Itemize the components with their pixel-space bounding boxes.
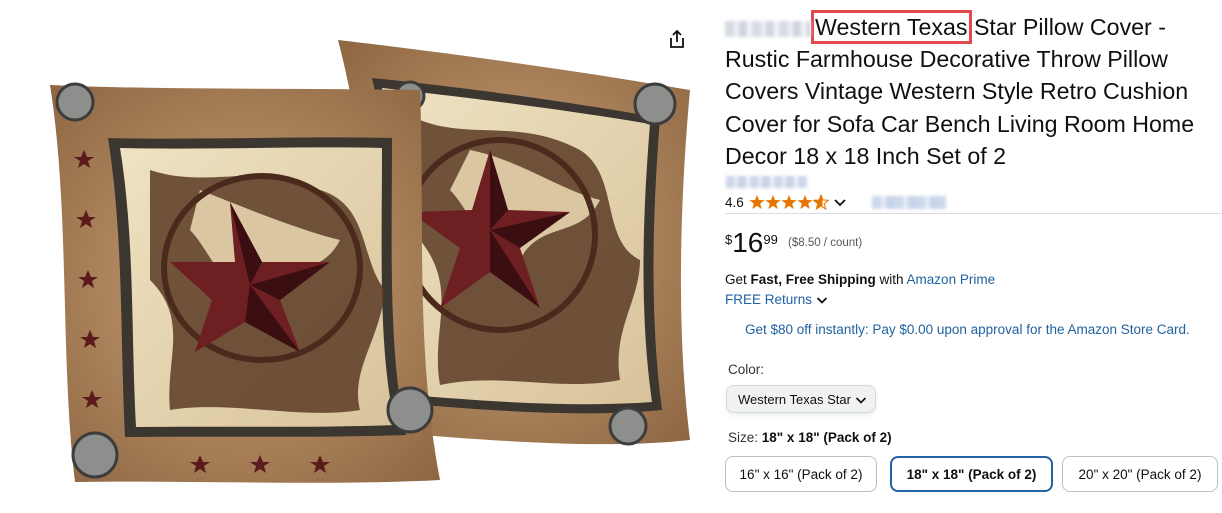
- unit-price: ($8.50 / count): [788, 237, 863, 249]
- blurred-store-link[interactable]: [726, 176, 808, 188]
- color-label: Color:: [728, 362, 765, 377]
- color-select[interactable]: Western Texas Star: [726, 385, 876, 413]
- star-icon: [797, 195, 813, 209]
- price: $ 16 99: [725, 228, 778, 258]
- pillow-image: [50, 40, 690, 483]
- chevron-down-icon[interactable]: [816, 294, 828, 306]
- color-select-value: Western Texas Star: [738, 391, 851, 407]
- price-whole: 16: [732, 227, 764, 258]
- size-label-text: Size:: [728, 430, 762, 445]
- price-fraction: 99: [763, 232, 778, 247]
- shipping-bold: Fast, Free Shipping: [750, 272, 876, 287]
- shipping-middle: with: [875, 272, 907, 287]
- free-returns[interactable]: FREE Returns: [725, 292, 828, 307]
- size-label: Size: 18" x 18" (Pack of 2): [728, 430, 892, 445]
- product-info: Western Texas Star Pillow Cover - Rustic…: [724, 0, 1222, 508]
- size-option-18[interactable]: 18" x 18" (Pack of 2): [890, 456, 1053, 492]
- rating-stars: [749, 194, 829, 210]
- product-image[interactable]: [0, 0, 710, 508]
- share-icon: [670, 29, 684, 48]
- star-icon: [749, 195, 765, 209]
- star-half-icon: [812, 194, 829, 210]
- star-icon: [765, 195, 781, 209]
- blurred-review-count[interactable]: [872, 196, 946, 209]
- shipping-prefix: Get: [725, 272, 751, 287]
- title-highlight: Western Texas: [811, 10, 972, 44]
- rating-row[interactable]: 4.6: [725, 193, 847, 211]
- share-button[interactable]: [666, 28, 688, 50]
- rating-number: 4.6: [725, 194, 744, 210]
- returns-link[interactable]: FREE Returns: [725, 292, 812, 307]
- chevron-down-icon[interactable]: [833, 195, 847, 209]
- product-title: Western Texas Star Pillow Cover - Rustic…: [725, 10, 1220, 172]
- shipping-info: Get Fast, Free Shipping with Amazon Prim…: [725, 272, 995, 287]
- blurred-brand: [725, 20, 811, 37]
- size-option-16[interactable]: 16" x 16" (Pack of 2): [725, 456, 877, 492]
- divider: [725, 213, 1222, 214]
- price-symbol: $: [725, 232, 733, 247]
- front-pillow: [50, 82, 440, 483]
- size-option-20[interactable]: 20" x 20" (Pack of 2): [1062, 456, 1218, 492]
- store-card-promo[interactable]: Get $80 off instantly: Pay $0.00 upon ap…: [745, 322, 1190, 337]
- chevron-down-icon: [855, 397, 867, 404]
- size-selected: 18" x 18" (Pack of 2): [761, 430, 892, 445]
- prime-link[interactable]: Amazon Prime: [907, 272, 996, 287]
- star-icon: [781, 195, 797, 209]
